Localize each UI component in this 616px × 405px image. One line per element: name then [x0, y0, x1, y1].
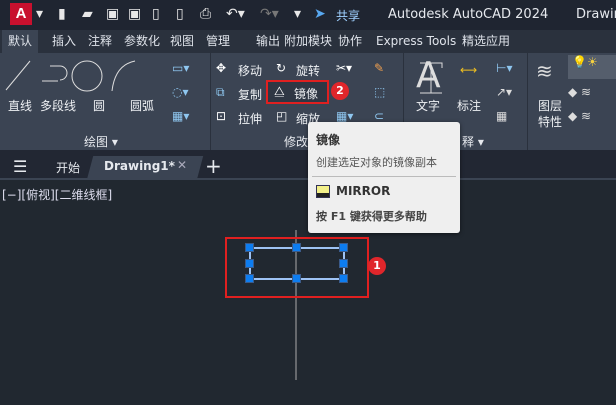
layer-dropdown[interactable]: 💡☀: [568, 55, 616, 79]
open-web-icon[interactable]: ▯: [152, 6, 160, 22]
grip[interactable]: [245, 259, 254, 268]
tooltip-help: 按 F1 键获得更多帮助: [316, 210, 427, 223]
app-title: Autodesk AutoCAD 2024: [388, 7, 549, 22]
print-icon[interactable]: ⎙: [200, 6, 211, 22]
trim-icon[interactable]: ✂▾: [336, 61, 352, 75]
explode-icon[interactable]: ⬚: [374, 85, 385, 99]
rotate-icon: ↻: [276, 61, 287, 75]
scale-icon: ◰: [276, 109, 288, 123]
doc-title: Drawin: [576, 7, 616, 22]
mirror-icon: ⧋: [274, 84, 285, 98]
tab-addins[interactable]: 附加模块: [278, 30, 338, 53]
grip[interactable]: [339, 274, 348, 283]
tool-move[interactable]: 移动: [238, 62, 262, 79]
app-menu-chevron-icon[interactable]: ▾: [36, 6, 43, 22]
array-icon[interactable]: ▦▾: [336, 109, 353, 123]
tab-parametric[interactable]: 参数化: [118, 30, 166, 53]
copy-icon: ⧉: [216, 85, 225, 99]
tooltip-description: 创建选定对象的镜像副本: [316, 156, 437, 169]
tab-featured-apps[interactable]: 精选应用: [456, 30, 516, 53]
tool-circle[interactable]: 圆: [93, 97, 105, 114]
tool-properties[interactable]: 特性: [538, 113, 562, 130]
tab-collaborate[interactable]: 协作: [332, 30, 368, 53]
mirror-button[interactable]: ⧋ 镜像: [266, 80, 329, 104]
tool-mirror: 镜像: [294, 87, 319, 101]
move-icon: ✥: [216, 61, 227, 75]
layer-tools-icon[interactable]: ◆ ≋: [568, 85, 591, 99]
ellipse-icon[interactable]: ◌▾: [172, 85, 189, 99]
text-tool-icon[interactable]: A: [416, 55, 441, 96]
erase-icon[interactable]: ✎: [374, 61, 384, 75]
tab-default[interactable]: 默认: [2, 30, 39, 53]
grip[interactable]: [245, 243, 254, 252]
grip[interactable]: [339, 259, 348, 268]
tool-text[interactable]: 文字: [416, 97, 440, 114]
leader-icon[interactable]: ↗▾: [496, 85, 512, 99]
save-web-icon[interactable]: ▯: [176, 6, 184, 22]
lightbulb-icon: 💡☀: [572, 55, 598, 69]
circle-icon: [71, 60, 103, 92]
linear-dim-icon[interactable]: ⊢▾: [496, 61, 512, 75]
tab-view[interactable]: 视图: [164, 30, 200, 53]
tool-copy[interactable]: 复制: [238, 86, 262, 103]
autocad-logo[interactable]: A: [10, 3, 32, 25]
tooltip-command: MIRROR: [336, 184, 391, 198]
modify-panel-label[interactable]: 修改: [284, 133, 308, 150]
table-icon[interactable]: ▦: [496, 109, 507, 123]
mirror-tooltip: 镜像 创建选定对象的镜像副本 MIRROR 按 F1 键获得更多帮助: [308, 122, 460, 233]
tool-layer[interactable]: 图层: [538, 97, 562, 114]
tab-drawing1[interactable]: Drawing1*: [104, 159, 175, 173]
save-icon[interactable]: ▣: [106, 6, 119, 22]
tab-annotate[interactable]: 注释: [82, 30, 118, 53]
title-bar: A ▾ ▮ ▰ ▣ ▣ ▯ ▯ ⎙ ↶▾ ↷▾ ▾ ➤ 共享 Autodesk …: [0, 0, 616, 30]
step-badge-2: 2: [331, 82, 349, 100]
grip[interactable]: [245, 274, 254, 283]
offset-icon[interactable]: ⊂: [374, 109, 384, 123]
close-tab-icon[interactable]: ✕: [177, 158, 187, 172]
rectangle-icon[interactable]: ▭▾: [172, 61, 189, 75]
tab-manage[interactable]: 管理: [200, 30, 236, 53]
command-icon: [316, 185, 330, 198]
layer-properties-icon: ≋: [536, 59, 553, 83]
customize-icon[interactable]: ▾: [294, 6, 301, 22]
grip[interactable]: [292, 274, 301, 283]
tab-insert[interactable]: 插入: [46, 30, 82, 53]
tool-rotate[interactable]: 旋转: [296, 62, 320, 79]
share-icon[interactable]: ➤: [314, 6, 326, 22]
tooltip-title: 镜像: [316, 133, 341, 147]
dimension-icon: ⟷: [460, 63, 478, 77]
arc-icon: [111, 60, 136, 92]
annotation-panel-label[interactable]: 释 ▾: [462, 133, 484, 150]
new-tab-icon[interactable]: +: [205, 154, 222, 178]
line-icon: [5, 60, 31, 91]
layer-tools2-icon[interactable]: ◆ ≋: [568, 109, 591, 123]
save-as-icon[interactable]: ▣: [128, 6, 141, 22]
tool-line[interactable]: 直线: [8, 97, 32, 114]
grip[interactable]: [339, 243, 348, 252]
open-folder-icon[interactable]: ▰: [82, 6, 93, 22]
tab-express-tools[interactable]: Express Tools: [370, 30, 462, 53]
stretch-icon: ⊡: [216, 109, 227, 123]
tab-start[interactable]: 开始: [56, 159, 80, 176]
tooltip-divider: [312, 176, 456, 177]
tool-stretch[interactable]: 拉伸: [238, 110, 262, 127]
undo-icon[interactable]: ↶▾: [226, 6, 245, 22]
grip[interactable]: [292, 243, 301, 252]
polyline-icon: [42, 65, 68, 82]
tool-polyline[interactable]: 多段线: [40, 97, 76, 114]
tool-dimension[interactable]: 标注: [457, 97, 481, 114]
hatch-icon[interactable]: ▦▾: [172, 109, 189, 123]
menu-icon[interactable]: ☰: [13, 157, 27, 176]
tool-arc[interactable]: 圆弧: [130, 97, 154, 114]
share-button[interactable]: 共享: [336, 7, 360, 24]
draw-panel-label[interactable]: 绘图 ▾: [84, 133, 118, 150]
step-badge-1: 1: [368, 257, 386, 275]
redo-icon[interactable]: ↷▾: [260, 6, 279, 22]
new-file-icon[interactable]: ▮: [58, 6, 66, 22]
ribbon-tabs: 默认 插入 注释 参数化 视图 管理 输出 附加模块 协作 Express To…: [0, 30, 616, 53]
